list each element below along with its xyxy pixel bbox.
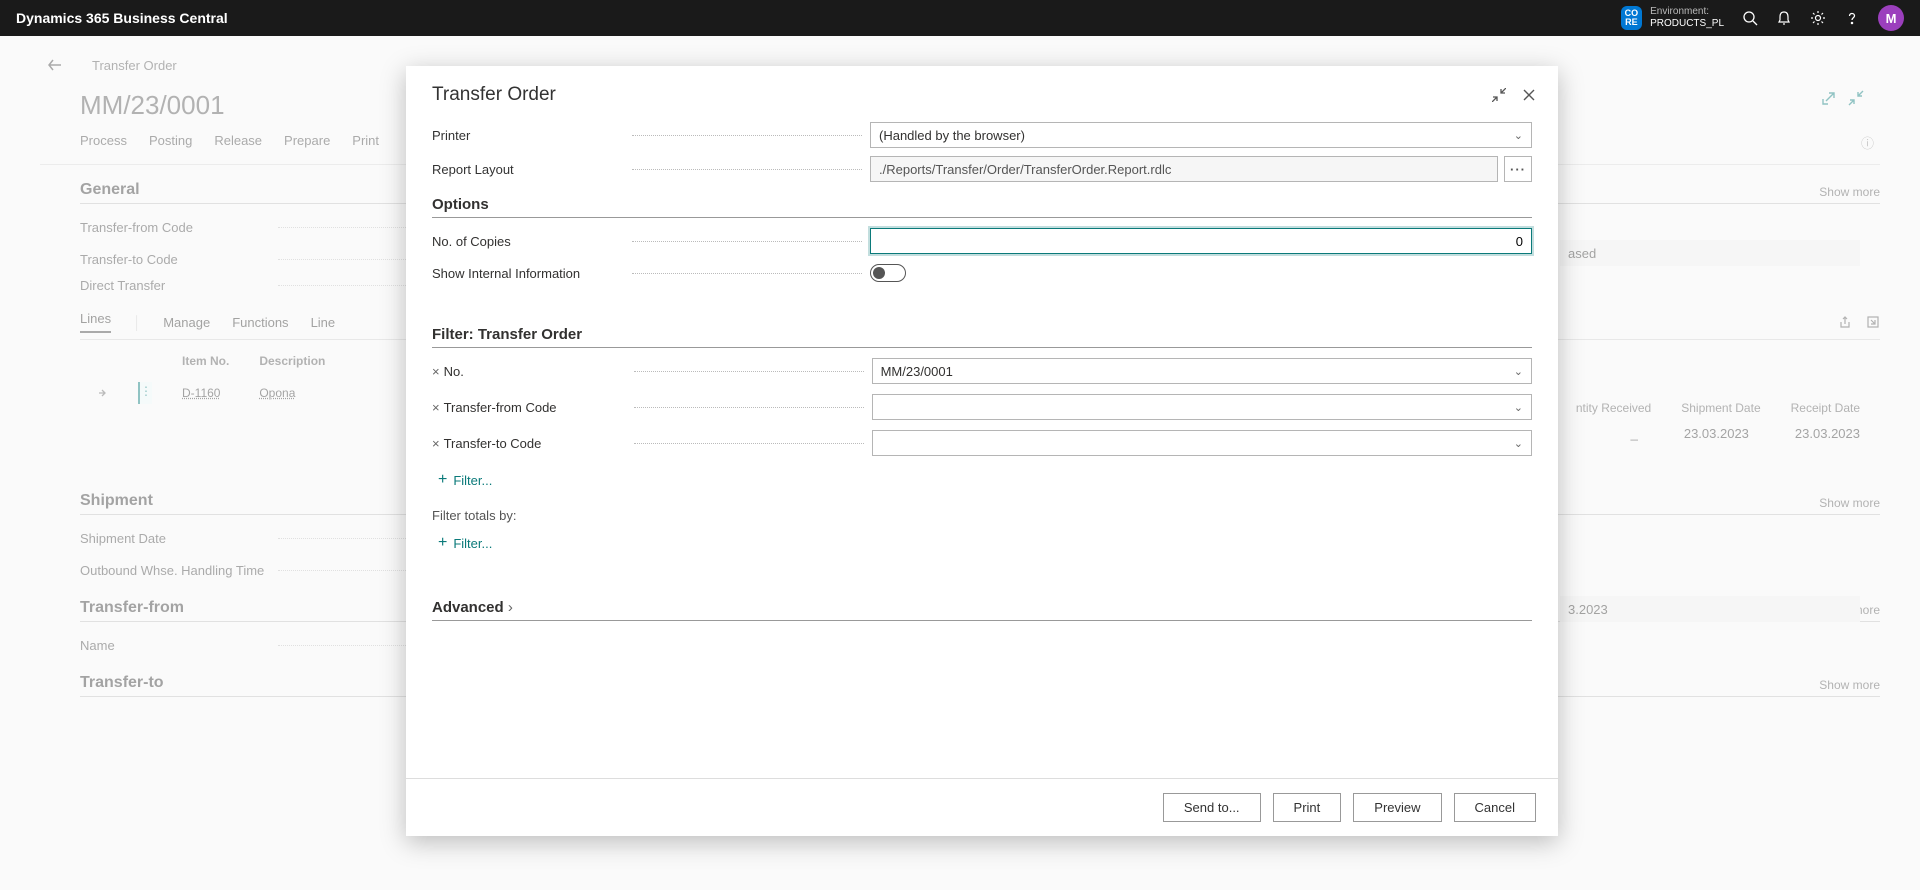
chevron-down-icon: ⌄ (1514, 437, 1523, 450)
environment-badge[interactable]: CORE Environment: PRODUCTS_PL (1621, 6, 1724, 30)
brand-title: Dynamics 365 Business Central (16, 10, 228, 26)
preview-button[interactable]: Preview (1353, 793, 1441, 822)
remove-filter-to[interactable]: × (432, 436, 440, 451)
plus-icon: + (438, 535, 447, 551)
label-report-layout: Report Layout (432, 162, 632, 177)
top-header: Dynamics 365 Business Central CORE Envir… (0, 0, 1920, 36)
env-name: PRODUCTS_PL (1650, 18, 1724, 30)
send-to-button[interactable]: Send to... (1163, 793, 1261, 822)
lookup-filter-no[interactable]: MM/23/0001 ⌄ (872, 358, 1532, 384)
chevron-down-icon: ⌄ (1514, 365, 1523, 378)
env-pill-icon: CORE (1621, 6, 1643, 30)
label-copies: No. of Copies (432, 234, 632, 249)
value-printer: (Handled by the browser) (879, 128, 1025, 143)
dialog-close-icon[interactable] (1522, 88, 1536, 102)
remove-filter-from[interactable]: × (432, 400, 440, 415)
help-icon[interactable] (1844, 10, 1860, 26)
chevron-down-icon: ⌄ (1514, 129, 1523, 142)
search-icon[interactable] (1742, 10, 1758, 26)
dialog-title: Transfer Order (432, 84, 556, 106)
label-filter-totals: Filter totals by: (432, 508, 1532, 523)
label-show-internal: Show Internal Information (432, 266, 632, 281)
label-printer: Printer (432, 128, 632, 143)
label-filter-no: No. (444, 364, 634, 379)
dialog-collapse-icon[interactable] (1492, 88, 1506, 102)
add-totals-filter-button[interactable]: + Filter... (438, 535, 492, 551)
cancel-button[interactable]: Cancel (1454, 793, 1536, 822)
layout-more-button[interactable]: ··· (1504, 156, 1532, 182)
avatar[interactable]: M (1878, 5, 1904, 31)
chevron-down-icon: ⌄ (1514, 401, 1523, 414)
section-advanced[interactable]: Advanced (432, 599, 1532, 621)
plus-icon: + (438, 472, 447, 488)
lookup-filter-from[interactable]: ⌄ (872, 394, 1532, 420)
remove-filter-no[interactable]: × (432, 364, 440, 379)
bell-icon[interactable] (1776, 10, 1792, 26)
input-copies[interactable] (870, 228, 1532, 254)
gear-icon[interactable] (1810, 10, 1826, 26)
value-report-layout: ./Reports/Transfer/Order/TransferOrder.R… (870, 156, 1498, 182)
label-filter-to: Transfer-to Code (444, 436, 634, 451)
section-filter: Filter: Transfer Order (432, 326, 1532, 348)
section-options: Options (432, 196, 1532, 218)
print-button[interactable]: Print (1273, 793, 1342, 822)
dialog-footer: Send to... Print Preview Cancel (406, 778, 1558, 836)
add-filter-button[interactable]: + Filter... (438, 472, 492, 488)
label-filter-from: Transfer-from Code (444, 400, 634, 415)
print-dialog: Transfer Order Printer (Handled by the b… (406, 66, 1558, 836)
env-label: Environment: (1650, 6, 1724, 18)
toggle-show-internal[interactable] (870, 264, 906, 282)
lookup-filter-to[interactable]: ⌄ (872, 430, 1532, 456)
select-printer[interactable]: (Handled by the browser) ⌄ (870, 122, 1532, 148)
